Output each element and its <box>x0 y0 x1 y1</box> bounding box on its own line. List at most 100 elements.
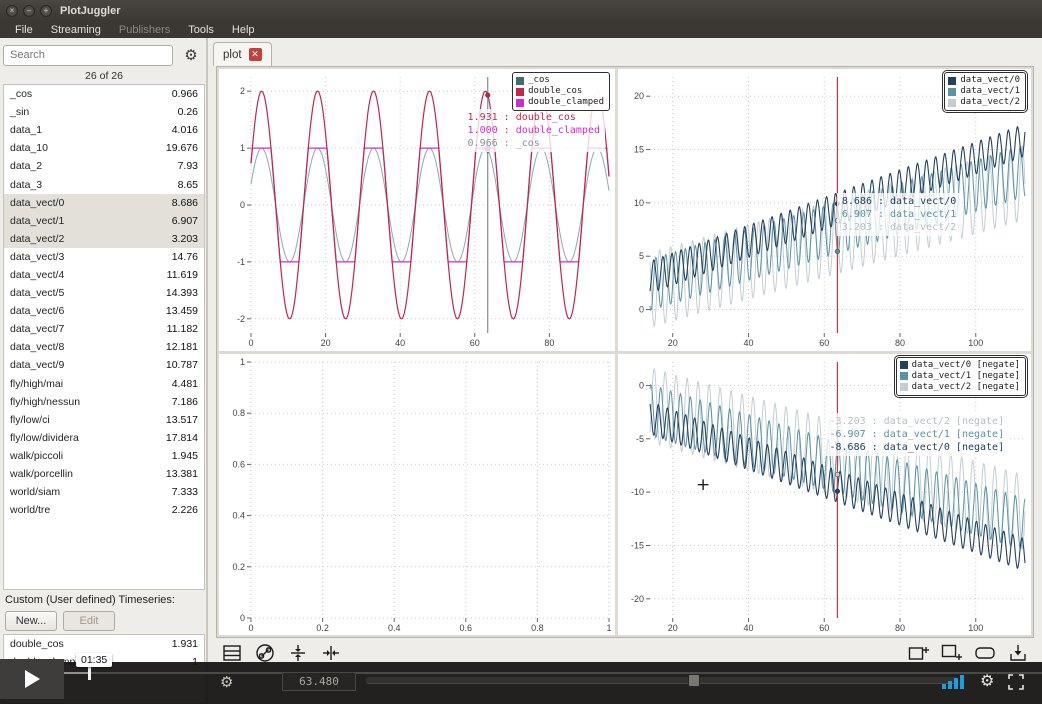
timeseries-row[interactable]: data_vect/9 10.787 <box>4 356 204 374</box>
tracker-value-line: 1.931 : double_cos <box>467 112 576 123</box>
main-area: plot ✕ 0 20 40 60 80 -2 -1 0 1 2 _cos double_cos do… <box>210 38 1042 704</box>
menu-file[interactable]: File <box>6 24 42 36</box>
custom-timeseries-label: Custom (User defined) Timeseries: <box>5 594 175 606</box>
tracker-value-line: 6.907 : data_vect/1 <box>841 208 957 220</box>
timeseries-row[interactable]: data_vect/7 11.182 <box>4 320 204 338</box>
series-name: walk/porcellin <box>10 468 74 481</box>
plot-legend[interactable]: _cos double_cos double_clamped <box>512 72 610 111</box>
timeseries-row[interactable]: walk/porcellin 13.381 <box>4 465 204 483</box>
player-settings-gear-icon[interactable]: ⚙ <box>980 671 994 691</box>
edit-custom-series-button: Edit <box>63 611 115 631</box>
plot-bottom-right[interactable]: 20 40 60 80 100 0 -5 -10 -15 -20 data_vect/0 [neg… <box>618 353 1031 636</box>
timeline-settings-gear-icon[interactable]: ⚙ <box>220 673 233 691</box>
timeseries-row[interactable]: data_vect/1 6.907 <box>4 211 204 230</box>
timeseries-row[interactable]: data_vect/2 3.203 <box>4 229 204 248</box>
series-value: 14.76 <box>171 250 198 263</box>
timeseries-row[interactable]: fly/low/dividera 17.814 <box>4 429 204 447</box>
plot-top-right[interactable]: 20 40 60 80 100 0 5 10 15 20 data_vect/0 data_vect… <box>618 69 1031 351</box>
volume-icon[interactable] <box>942 673 964 689</box>
legend-color-swatch <box>948 87 957 96</box>
timeseries-row[interactable]: data_vect/0 8.686 <box>4 193 204 212</box>
timeseries-row[interactable]: fly/high/mai 4.481 <box>4 375 204 393</box>
mouse-crosshair-cursor: + <box>696 475 711 495</box>
plot-top-left[interactable]: 0 20 40 60 80 -2 -1 0 1 2 _cos double_cos double_cl… <box>219 69 615 351</box>
series-value: 2.226 <box>171 504 198 517</box>
svg-text:0.8: 0.8 <box>531 623 544 633</box>
series-name: fly/high/nessun <box>10 395 81 408</box>
timeseries-row[interactable]: data_vect/5 14.393 <box>4 284 204 302</box>
tracker-tooltip: -3.203 : data_vect/2 [negate] -6.907 : da… <box>824 412 1010 456</box>
series-value: 14.393 <box>165 287 198 300</box>
new-custom-series-button[interactable]: New... <box>5 611 57 631</box>
timeseries-row[interactable]: fly/high/nessun 7.186 <box>4 393 204 411</box>
timeseries-row[interactable]: data_vect/6 13.459 <box>4 302 204 320</box>
play-icon <box>24 670 40 688</box>
timeseries-row[interactable]: world/siam 7.333 <box>4 483 204 501</box>
video-scrub-handle[interactable] <box>88 666 91 680</box>
minimize-window-button[interactable]: – <box>23 4 35 17</box>
plot-canvas-bottom-right[interactable]: 20 40 60 80 100 0 -5 -10 -15 -20 <box>618 354 1031 636</box>
timeseries-list[interactable]: _cos 0.966 _sin 0.26 data_1 4.016 data_10 19.67… <box>3 84 205 590</box>
svg-text:0.4: 0.4 <box>388 623 401 633</box>
timeseries-row[interactable]: data_10 19.676 <box>4 139 204 157</box>
legend-color-swatch <box>516 87 525 96</box>
series-value: 0.966 <box>171 88 198 101</box>
series-value: 6.907 <box>171 214 198 227</box>
legend-entry[interactable]: data_vect/2 [negate] <box>899 382 1020 393</box>
fullscreen-icon[interactable] <box>1008 674 1024 695</box>
timeseries-row[interactable]: world/tre 2.226 <box>4 501 204 519</box>
plot-canvas-top-right[interactable]: 20 40 60 80 100 0 5 10 15 20 <box>618 69 1031 351</box>
svg-text:40: 40 <box>395 338 405 348</box>
timeseries-row[interactable]: data_vect/3 14.76 <box>4 248 204 266</box>
legend-entry[interactable]: data_vect/2 <box>948 97 1020 108</box>
timeseries-row[interactable]: data_1 4.016 <box>4 121 204 139</box>
maximize-window-button[interactable]: + <box>40 4 52 17</box>
menu-help[interactable]: Help <box>223 24 264 36</box>
legend-entry[interactable]: data_vect/1 <box>948 86 1020 97</box>
sidebar-settings-gear-icon[interactable]: ⚙ <box>177 46 205 64</box>
series-value: 0.26 <box>177 106 198 119</box>
timeseries-row[interactable]: fly/low/ci 13.517 <box>4 411 204 429</box>
close-window-button[interactable]: × <box>6 4 18 17</box>
timeseries-row[interactable]: data_vect/8 12.181 <box>4 338 204 356</box>
plot-legend[interactable]: data_vect/0 data_vect/1 data_vect/2 <box>942 70 1028 113</box>
svg-text:0: 0 <box>240 613 245 623</box>
plot-legend[interactable]: data_vect/0 [negate] data_vect/1 [negate]… <box>893 354 1029 398</box>
legend-entry[interactable]: double_cos <box>516 86 604 97</box>
legend-entry[interactable]: _cos <box>516 75 604 86</box>
timeseries-row[interactable]: _sin 0.26 <box>4 103 204 121</box>
menu-streaming[interactable]: Streaming <box>42 24 110 36</box>
plot-canvas-bottom-left[interactable]: 0 0.2 0.4 0.6 0.8 1 0 0.2 0.4 0.6 0.8 1 <box>219 354 615 636</box>
menu-tools[interactable]: Tools <box>179 24 223 36</box>
tracker-value-line: 0.966 : _cos <box>467 138 540 149</box>
timeseries-row[interactable]: data_3 8.65 <box>4 175 204 193</box>
series-name: data_vect/9 <box>10 359 65 372</box>
video-progress-track[interactable] <box>0 672 1042 674</box>
timeseries-row[interactable]: data_vect/4 11.619 <box>4 266 204 284</box>
tracker-value-line: -3.203 : data_vect/2 [negate] <box>829 415 1005 427</box>
svg-text:0: 0 <box>248 338 253 348</box>
legend-entry[interactable]: data_vect/0 <box>948 75 1020 86</box>
play-button[interactable] <box>0 659 64 699</box>
tracker-value-line: 8.686 : data_vect/0 <box>841 195 957 207</box>
plot-bottom-left[interactable]: 0 0.2 0.4 0.6 0.8 1 0 0.2 0.4 0.6 0.8 1 <box>219 353 615 636</box>
tab-close-icon[interactable]: ✕ <box>248 48 262 61</box>
legend-entry[interactable]: data_vect/0 [negate] <box>899 360 1020 371</box>
tab-plot[interactable]: plot ✕ <box>213 42 272 66</box>
svg-text:0.2: 0.2 <box>232 561 245 571</box>
timeline-slider[interactable] <box>366 674 958 687</box>
timeseries-row[interactable]: data_2 7.93 <box>4 157 204 175</box>
search-input[interactable] <box>3 44 173 66</box>
legend-color-swatch <box>899 361 908 369</box>
timeseries-row[interactable]: _cos 0.966 <box>4 85 204 103</box>
timeseries-row[interactable]: double_cos 1.931 <box>4 635 204 653</box>
sidebar-splitter[interactable] <box>206 38 208 704</box>
legend-label: data_vect/0 <box>960 75 1020 85</box>
svg-text:20: 20 <box>668 338 678 348</box>
legend-entry[interactable]: double_clamped <box>516 97 604 108</box>
timeseries-row[interactable]: walk/piccoli 1.945 <box>4 447 204 465</box>
tracker-tooltip: 8.686 : data_vect/0 6.907 : data_vect/1 3.… <box>836 192 962 236</box>
timeline-slider-handle[interactable] <box>688 674 700 687</box>
legend-entry[interactable]: data_vect/1 [negate] <box>899 371 1020 382</box>
series-name: data_vect/5 <box>10 287 65 300</box>
